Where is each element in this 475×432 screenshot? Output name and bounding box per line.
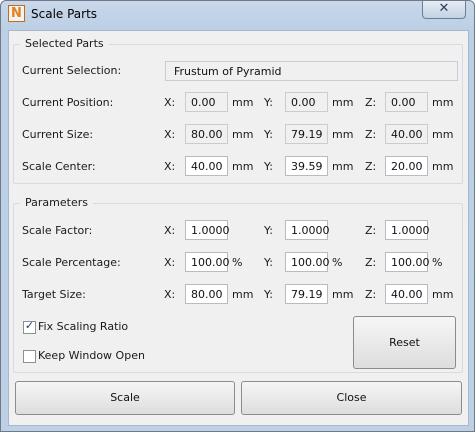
axis-x-label: X: [164, 288, 176, 301]
parameters-title: Parameters [20, 196, 93, 209]
scale-percentage-x-input[interactable]: 100.00 [185, 252, 230, 272]
dialog-body: Selected Parts Current Selection: Frustu… [8, 30, 469, 426]
axis-z-label: Z: [365, 224, 377, 237]
axis-x-label: X: [164, 128, 176, 141]
target-size-x-input[interactable]: 80.00 [185, 284, 228, 304]
current-size-y-field: 79.19 [285, 124, 328, 144]
axis-y-label: Y: [264, 224, 273, 237]
scale-center-x-input[interactable]: 40.00 [185, 156, 228, 176]
unit-label: mm [232, 160, 254, 173]
axis-z-label: Z: [365, 288, 377, 301]
scale-center-label: Scale Center: [22, 160, 96, 173]
axis-z-label: Z: [365, 128, 377, 141]
axis-y-label: Y: [264, 160, 273, 173]
current-selection-label: Current Selection: [22, 64, 122, 77]
scale-percentage-label: Scale Percentage: [22, 256, 121, 269]
unit-label: mm [332, 128, 354, 141]
current-position-y-field: 0.00 [285, 92, 328, 112]
scale-factor-y-input[interactable]: 1.0000 [285, 220, 330, 240]
unit-label: mm [332, 160, 354, 173]
title-bar[interactable]: N Scale Parts ✕ [1, 1, 474, 29]
scale-center-y-input[interactable]: 39.59 [285, 156, 328, 176]
unit-label: % [432, 256, 443, 269]
target-size-y-input[interactable]: 79.19 [285, 284, 328, 304]
unit-label: mm [232, 96, 254, 109]
selected-parts-title: Selected Parts [20, 37, 109, 50]
unit-label: mm [232, 288, 254, 301]
keep-window-open-label[interactable]: Keep Window Open [38, 349, 145, 362]
keep-window-open-checkbox[interactable] [23, 350, 36, 363]
unit-label: % [232, 256, 243, 269]
fix-scaling-ratio-checkbox[interactable]: ✓ [23, 319, 36, 334]
scale-percentage-z-input[interactable]: 100.00 [385, 252, 430, 272]
current-selection-field: Frustum of Pyramid [165, 61, 458, 81]
current-position-label: Current Position: [22, 96, 114, 109]
axis-y-label: Y: [264, 128, 273, 141]
parameters-group: Parameters Scale Factor: X: 1.0000 Y: 1.… [13, 196, 463, 373]
checkmark-icon: ✓ [24, 319, 35, 332]
close-button[interactable]: Close [241, 381, 462, 415]
axis-x-label: X: [164, 224, 176, 237]
unit-label: mm [432, 96, 454, 109]
unit-label: mm [432, 128, 454, 141]
unit-label: mm [432, 160, 454, 173]
fix-scaling-ratio-label[interactable]: Fix Scaling Ratio [38, 320, 128, 333]
selected-parts-group: Selected Parts Current Selection: Frustu… [13, 37, 463, 184]
window-close-button[interactable]: ✕ [422, 1, 466, 19]
axis-z-label: Z: [365, 160, 377, 173]
scale-factor-x-input[interactable]: 1.0000 [185, 220, 230, 240]
scale-percentage-y-input[interactable]: 100.00 [285, 252, 330, 272]
target-size-label: Target Size: [22, 288, 86, 301]
window-title: Scale Parts [31, 7, 98, 21]
current-size-x-field: 80.00 [185, 124, 228, 144]
scale-parts-window: N Scale Parts ✕ Selected Parts Current S… [0, 0, 475, 432]
current-size-z-field: 40.00 [385, 124, 428, 144]
reset-button[interactable]: Reset [353, 316, 456, 369]
scale-factor-label: Scale Factor: [22, 224, 93, 237]
unit-label: mm [432, 288, 454, 301]
axis-z-label: Z: [365, 256, 377, 269]
unit-label: mm [332, 288, 354, 301]
unit-label: mm [332, 96, 354, 109]
app-icon: N [8, 5, 25, 22]
scale-factor-z-input[interactable]: 1.0000 [385, 220, 430, 240]
axis-z-label: Z: [365, 96, 377, 109]
axis-x-label: X: [164, 160, 176, 173]
unit-label: mm [232, 128, 254, 141]
axis-x-label: X: [164, 256, 176, 269]
axis-y-label: Y: [264, 96, 273, 109]
target-size-z-input[interactable]: 40.00 [385, 284, 428, 304]
scale-center-z-input[interactable]: 20.00 [385, 156, 428, 176]
axis-x-label: X: [164, 96, 176, 109]
current-position-x-field: 0.00 [185, 92, 228, 112]
current-size-label: Current Size: [22, 128, 94, 141]
scale-button[interactable]: Scale [15, 381, 235, 415]
current-position-z-field: 0.00 [385, 92, 428, 112]
axis-y-label: Y: [264, 256, 273, 269]
unit-label: % [332, 256, 343, 269]
axis-y-label: Y: [264, 288, 273, 301]
